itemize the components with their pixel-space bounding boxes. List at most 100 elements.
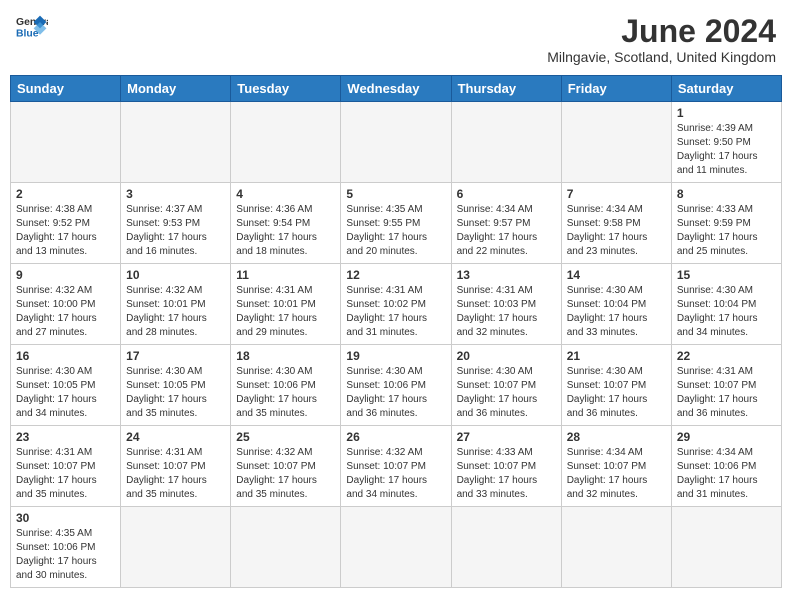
weekday-header-monday: Monday	[121, 76, 231, 102]
title-area: June 2024 Milngavie, Scotland, United Ki…	[547, 14, 776, 65]
calendar-cell	[561, 507, 671, 588]
calendar-cell: 6 Sunrise: 4:34 AMSunset: 9:57 PMDaylight…	[451, 183, 561, 264]
calendar-cell: 16Sunrise: 4:30 AMSunset: 10:05 PMDaylig…	[11, 345, 121, 426]
week-row-1: 1Sunrise: 4:39 AMSunset: 9:50 PMDaylight…	[11, 102, 782, 183]
logo: General Blue	[16, 14, 48, 42]
week-row-4: 16Sunrise: 4:30 AMSunset: 10:05 PMDaylig…	[11, 345, 782, 426]
week-row-6: 30Sunrise: 4:35 AMSunset: 10:06 PMDaylig…	[11, 507, 782, 588]
day-number: 25	[236, 430, 335, 444]
calendar-cell	[341, 507, 451, 588]
day-number: 7	[567, 187, 666, 201]
calendar-cell: 29 Sunrise: 4:34 AMSunset: 10:06 PMDaylig…	[671, 426, 781, 507]
calendar-cell: 12 Sunrise: 4:31 AMSunset: 10:02 PMDaylig…	[341, 264, 451, 345]
calendar-cell: 18 Sunrise: 4:30 AMSunset: 10:06 PMDaylig…	[231, 345, 341, 426]
weekday-header-thursday: Thursday	[451, 76, 561, 102]
day-info: Sunrise: 4:30 AMSunset: 10:06 PMDaylight…	[236, 365, 335, 421]
day-number: 14	[567, 268, 666, 282]
calendar-cell	[451, 102, 561, 183]
day-number: 2	[16, 187, 115, 201]
day-number: 23	[16, 430, 115, 444]
calendar-cell: 20Sunrise: 4:30 AMSunset: 10:07 PMDaylig…	[451, 345, 561, 426]
day-number: 17	[126, 349, 225, 363]
calendar-cell: 25 Sunrise: 4:32 AMSunset: 10:07 PMDaylig…	[231, 426, 341, 507]
weekday-header-saturday: Saturday	[671, 76, 781, 102]
calendar-cell: 1Sunrise: 4:39 AMSunset: 9:50 PMDaylight…	[671, 102, 781, 183]
calendar-cell: 17 Sunrise: 4:30 AMSunset: 10:05 PMDaylig…	[121, 345, 231, 426]
weekday-header-wednesday: Wednesday	[341, 76, 451, 102]
calendar-cell: 5Sunrise: 4:35 AMSunset: 9:55 PMDaylight…	[341, 183, 451, 264]
calendar-cell: 9Sunrise: 4:32 AMSunset: 10:00 PMDayligh…	[11, 264, 121, 345]
day-number: 3	[126, 187, 225, 201]
weekday-header-friday: Friday	[561, 76, 671, 102]
day-number: 8	[677, 187, 776, 201]
day-info: Sunrise: 4:34 AMSunset: 10:07 PMDaylight…	[567, 446, 666, 502]
day-number: 29	[677, 430, 776, 444]
calendar-cell: 10 Sunrise: 4:32 AMSunset: 10:01 PMDaylig…	[121, 264, 231, 345]
day-info: Sunrise: 4:36 AMSunset: 9:54 PMDaylight:…	[236, 203, 335, 259]
day-info: Sunrise: 4:38 AMSunset: 9:52 PMDaylight:…	[16, 203, 115, 259]
day-number: 10	[126, 268, 225, 282]
day-info: Sunrise: 4:32 AMSunset: 10:01 PMDaylight…	[126, 284, 225, 340]
day-number: 9	[16, 268, 115, 282]
day-info: Sunrise: 4:31 AMSunset: 10:01 PMDaylight…	[236, 284, 335, 340]
week-row-3: 9Sunrise: 4:32 AMSunset: 10:00 PMDayligh…	[11, 264, 782, 345]
day-number: 5	[346, 187, 445, 201]
header: General Blue June 2024 Milngavie, Scotla…	[10, 10, 782, 69]
day-info: Sunrise: 4:34 AMSunset: 9:57 PMDaylight:…	[457, 203, 556, 259]
day-info: Sunrise: 4:39 AMSunset: 9:50 PMDaylight:…	[677, 122, 776, 178]
calendar-table: SundayMondayTuesdayWednesdayThursdayFrid…	[10, 75, 782, 588]
day-info: Sunrise: 4:30 AMSunset: 10:06 PMDaylight…	[346, 365, 445, 421]
day-info: Sunrise: 4:34 AMSunset: 9:58 PMDaylight:…	[567, 203, 666, 259]
calendar-cell	[341, 102, 451, 183]
week-row-5: 23 Sunrise: 4:31 AMSunset: 10:07 PMDaylig…	[11, 426, 782, 507]
day-number: 4	[236, 187, 335, 201]
calendar-cell: 21 Sunrise: 4:30 AMSunset: 10:07 PMDaylig…	[561, 345, 671, 426]
day-info: Sunrise: 4:30 AMSunset: 10:05 PMDaylight…	[126, 365, 225, 421]
day-number: 18	[236, 349, 335, 363]
location-title: Milngavie, Scotland, United Kingdom	[547, 49, 776, 65]
calendar-cell: 4 Sunrise: 4:36 AMSunset: 9:54 PMDaylight…	[231, 183, 341, 264]
day-number: 11	[236, 268, 335, 282]
day-number: 28	[567, 430, 666, 444]
calendar-cell	[11, 102, 121, 183]
day-number: 26	[346, 430, 445, 444]
day-info: Sunrise: 4:30 AMSunset: 10:07 PMDaylight…	[457, 365, 556, 421]
day-info: Sunrise: 4:33 AMSunset: 10:07 PMDaylight…	[457, 446, 556, 502]
day-info: Sunrise: 4:31 AMSunset: 10:07 PMDaylight…	[16, 446, 115, 502]
day-info: Sunrise: 4:30 AMSunset: 10:07 PMDaylight…	[567, 365, 666, 421]
calendar-cell	[231, 507, 341, 588]
calendar-cell: 30Sunrise: 4:35 AMSunset: 10:06 PMDaylig…	[11, 507, 121, 588]
day-info: Sunrise: 4:30 AMSunset: 10:05 PMDaylight…	[16, 365, 115, 421]
day-info: Sunrise: 4:30 AMSunset: 10:04 PMDaylight…	[567, 284, 666, 340]
day-info: Sunrise: 4:31 AMSunset: 10:02 PMDaylight…	[346, 284, 445, 340]
day-number: 6	[457, 187, 556, 201]
day-info: Sunrise: 4:33 AMSunset: 9:59 PMDaylight:…	[677, 203, 776, 259]
calendar-cell	[231, 102, 341, 183]
calendar-cell: 26 Sunrise: 4:32 AMSunset: 10:07 PMDaylig…	[341, 426, 451, 507]
calendar-cell: 13Sunrise: 4:31 AMSunset: 10:03 PMDaylig…	[451, 264, 561, 345]
calendar-cell: 28 Sunrise: 4:34 AMSunset: 10:07 PMDaylig…	[561, 426, 671, 507]
calendar-cell: 3 Sunrise: 4:37 AMSunset: 9:53 PMDaylight…	[121, 183, 231, 264]
day-info: Sunrise: 4:34 AMSunset: 10:06 PMDaylight…	[677, 446, 776, 502]
month-title: June 2024	[547, 14, 776, 49]
calendar-cell: 11 Sunrise: 4:31 AMSunset: 10:01 PMDaylig…	[231, 264, 341, 345]
calendar-cell: 8 Sunrise: 4:33 AMSunset: 9:59 PMDaylight…	[671, 183, 781, 264]
calendar-cell: 23 Sunrise: 4:31 AMSunset: 10:07 PMDaylig…	[11, 426, 121, 507]
day-info: Sunrise: 4:32 AMSunset: 10:07 PMDaylight…	[236, 446, 335, 502]
weekday-header-tuesday: Tuesday	[231, 76, 341, 102]
day-info: Sunrise: 4:31 AMSunset: 10:07 PMDaylight…	[677, 365, 776, 421]
day-info: Sunrise: 4:37 AMSunset: 9:53 PMDaylight:…	[126, 203, 225, 259]
day-info: Sunrise: 4:31 AMSunset: 10:07 PMDaylight…	[126, 446, 225, 502]
calendar-cell: 15Sunrise: 4:30 AMSunset: 10:04 PMDaylig…	[671, 264, 781, 345]
calendar-cell	[451, 507, 561, 588]
day-number: 12	[346, 268, 445, 282]
day-number: 21	[567, 349, 666, 363]
calendar-cell	[561, 102, 671, 183]
weekday-header-sunday: Sunday	[11, 76, 121, 102]
calendar-cell: 7 Sunrise: 4:34 AMSunset: 9:58 PMDaylight…	[561, 183, 671, 264]
weekday-header-row: SundayMondayTuesdayWednesdayThursdayFrid…	[11, 76, 782, 102]
day-info: Sunrise: 4:31 AMSunset: 10:03 PMDaylight…	[457, 284, 556, 340]
day-info: Sunrise: 4:30 AMSunset: 10:04 PMDaylight…	[677, 284, 776, 340]
day-info: Sunrise: 4:32 AMSunset: 10:07 PMDaylight…	[346, 446, 445, 502]
day-number: 22	[677, 349, 776, 363]
